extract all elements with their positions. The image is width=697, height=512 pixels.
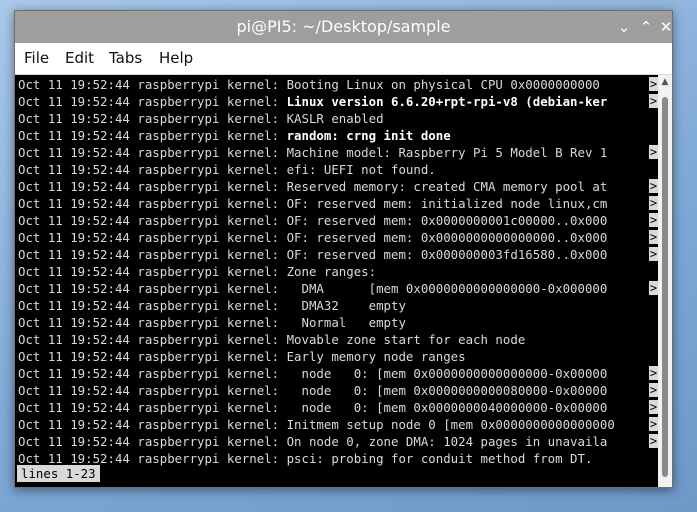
log-prefix: Oct 11 19:52:44 raspberrypi kernel: xyxy=(18,77,287,92)
log-line: Oct 11 19:52:44 raspberrypi kernel: KASL… xyxy=(18,110,384,127)
log-prefix: Oct 11 19:52:44 raspberrypi kernel: xyxy=(18,400,287,415)
log-prefix: Oct 11 19:52:44 raspberrypi kernel: xyxy=(18,128,287,143)
menu-tabs[interactable]: Tabs xyxy=(109,43,142,74)
log-message: OF: reserved mem: 0x0000000000000000..0x… xyxy=(286,230,608,245)
minimize-icon[interactable]: ⌄ xyxy=(613,16,635,38)
title-bar[interactable]: pi@PI5: ~/Desktop/sample ⌄ ⌃ ✕ xyxy=(15,11,672,43)
log-prefix: Oct 11 19:52:44 raspberrypi kernel: xyxy=(18,247,287,262)
log-line: Oct 11 19:52:44 raspberrypi kernel: efi:… xyxy=(18,161,436,178)
maximize-icon[interactable]: ⌃ xyxy=(635,16,657,38)
log-line: Oct 11 19:52:44 raspberrypi kernel: Boot… xyxy=(18,76,600,93)
log-prefix: Oct 11 19:52:44 raspberrypi kernel: xyxy=(18,383,287,398)
terminal-output[interactable]: Oct 11 19:52:44 raspberrypi kernel: Boot… xyxy=(15,75,658,487)
log-prefix: Oct 11 19:52:44 raspberrypi kernel: xyxy=(18,298,287,313)
log-prefix: Oct 11 19:52:44 raspberrypi kernel: xyxy=(18,281,287,296)
log-prefix: Oct 11 19:52:44 raspberrypi kernel: xyxy=(18,213,287,228)
truncation-marker: > xyxy=(649,196,658,210)
log-message: efi: UEFI not found. xyxy=(286,162,436,177)
log-line: Oct 11 19:52:44 raspberrypi kernel: Mach… xyxy=(18,144,607,161)
log-line: Oct 11 19:52:44 raspberrypi kernel: Norm… xyxy=(18,314,406,331)
log-line: Oct 11 19:52:44 raspberrypi kernel: OF: … xyxy=(18,246,607,263)
truncation-marker: > xyxy=(649,179,658,193)
log-prefix: Oct 11 19:52:44 raspberrypi kernel: xyxy=(18,264,287,279)
log-line: Oct 11 19:52:44 raspberrypi kernel: Zone… xyxy=(18,263,376,280)
log-message: node 0: [mem 0x0000000000080000-0x00000 xyxy=(286,383,608,398)
log-message: OF: reserved mem: 0x000000003fd16580..0x… xyxy=(286,247,608,262)
truncation-marker: > xyxy=(649,434,658,448)
window-title: pi@PI5: ~/Desktop/sample xyxy=(236,17,451,36)
log-message: KASLR enabled xyxy=(286,111,384,126)
log-message: OF: reserved mem: 0x0000000001c00000..0x… xyxy=(286,213,608,228)
log-prefix: Oct 11 19:52:44 raspberrypi kernel: xyxy=(18,315,287,330)
log-line: Oct 11 19:52:44 raspberrypi kernel: DMA3… xyxy=(18,297,406,314)
truncation-marker: > xyxy=(649,383,658,397)
log-message: Linux version 6.6.20+rpt-rpi-v8 (debian-… xyxy=(286,94,608,109)
log-prefix: Oct 11 19:52:44 raspberrypi kernel: xyxy=(18,94,287,109)
log-message: node 0: [mem 0x0000000040000000-0x00000 xyxy=(286,400,608,415)
terminal-window: pi@PI5: ~/Desktop/sample ⌄ ⌃ ✕ File Edit… xyxy=(14,10,673,488)
log-message: Zone ranges: xyxy=(286,264,377,279)
log-prefix: Oct 11 19:52:44 raspberrypi kernel: xyxy=(18,196,287,211)
menu-bar: File Edit Tabs Help xyxy=(15,43,672,75)
log-prefix: Oct 11 19:52:44 raspberrypi kernel: xyxy=(18,366,287,381)
log-line: Oct 11 19:52:44 raspberrypi kernel: Earl… xyxy=(18,348,466,365)
truncation-marker: > xyxy=(649,213,658,227)
log-line: Oct 11 19:52:44 raspberrypi kernel: node… xyxy=(18,382,607,399)
truncation-marker: > xyxy=(649,400,658,414)
log-prefix: Oct 11 19:52:44 raspberrypi kernel: xyxy=(18,145,287,160)
log-prefix: Oct 11 19:52:44 raspberrypi kernel: xyxy=(18,417,287,432)
menu-file[interactable]: File xyxy=(24,43,49,74)
log-line: Oct 11 19:52:44 raspberrypi kernel: psci… xyxy=(18,450,592,467)
pager-status: lines 1-23 xyxy=(17,465,100,482)
log-prefix: Oct 11 19:52:44 raspberrypi kernel: xyxy=(18,349,287,364)
truncation-marker: > xyxy=(649,281,658,295)
log-prefix: Oct 11 19:52:44 raspberrypi kernel: xyxy=(18,179,287,194)
truncation-marker: > xyxy=(649,417,658,431)
scrollbar[interactable]: ▲ xyxy=(658,75,672,487)
truncation-marker: > xyxy=(649,77,658,91)
log-message: node 0: [mem 0x0000000000000000-0x00000 xyxy=(286,366,608,381)
log-line: Oct 11 19:52:44 raspberrypi kernel: OF: … xyxy=(18,212,607,229)
log-line: Oct 11 19:52:44 raspberrypi kernel: OF: … xyxy=(18,229,607,246)
log-prefix: Oct 11 19:52:44 raspberrypi kernel: xyxy=(18,162,287,177)
log-line: Oct 11 19:52:44 raspberrypi kernel: Init… xyxy=(18,416,615,433)
menu-edit[interactable]: Edit xyxy=(65,43,94,74)
log-message: OF: reserved mem: initialized node linux… xyxy=(286,196,608,211)
log-line: Oct 11 19:52:44 raspberrypi kernel: OF: … xyxy=(18,195,607,212)
scroll-up-icon[interactable]: ▲ xyxy=(658,77,672,87)
log-prefix: Oct 11 19:52:44 raspberrypi kernel: xyxy=(18,332,287,347)
log-message: psci: probing for conduit method from DT… xyxy=(286,451,593,466)
log-line: Oct 11 19:52:44 raspberrypi kernel: node… xyxy=(18,365,607,382)
log-message: DMA [mem 0x0000000000000000-0x000000 xyxy=(286,281,608,296)
log-message: Reserved memory: created CMA memory pool… xyxy=(286,179,608,194)
truncation-marker: > xyxy=(649,247,658,261)
log-message: Early memory node ranges xyxy=(286,349,466,364)
truncation-marker: > xyxy=(649,230,658,244)
truncation-marker: > xyxy=(649,366,658,380)
log-prefix: Oct 11 19:52:44 raspberrypi kernel: xyxy=(18,111,287,126)
close-icon[interactable]: ✕ xyxy=(655,16,677,38)
log-message: Machine model: Raspberry Pi 5 Model B Re… xyxy=(286,145,608,160)
log-prefix: Oct 11 19:52:44 raspberrypi kernel: xyxy=(18,434,287,449)
log-line: Oct 11 19:52:44 raspberrypi kernel: Rese… xyxy=(18,178,607,195)
log-message: Initmem setup node 0 [mem 0x000000000000… xyxy=(286,417,615,432)
log-message: Booting Linux on physical CPU 0x00000000… xyxy=(286,77,600,92)
log-prefix: Oct 11 19:52:44 raspberrypi kernel: xyxy=(18,451,287,466)
scrollbar-thumb[interactable] xyxy=(662,97,668,477)
log-message: Movable zone start for each node xyxy=(286,332,526,347)
log-prefix: Oct 11 19:52:44 raspberrypi kernel: xyxy=(18,230,287,245)
log-message: DMA32 empty xyxy=(286,298,406,313)
log-line: Oct 11 19:52:44 raspberrypi kernel: DMA … xyxy=(18,280,607,297)
log-line: Oct 11 19:52:44 raspberrypi kernel: Linu… xyxy=(18,93,607,110)
log-message: Normal empty xyxy=(286,315,406,330)
log-line: Oct 11 19:52:44 raspberrypi kernel: node… xyxy=(18,399,607,416)
menu-help[interactable]: Help xyxy=(159,43,193,74)
log-line: Oct 11 19:52:44 raspberrypi kernel: On n… xyxy=(18,433,607,450)
log-message: random: crng init done xyxy=(286,128,451,143)
log-message: On node 0, zone DMA: 1024 pages in unava… xyxy=(286,434,608,449)
truncation-marker: > xyxy=(649,94,658,108)
log-line: Oct 11 19:52:44 raspberrypi kernel: rand… xyxy=(18,127,451,144)
truncation-marker: > xyxy=(649,145,658,159)
log-line: Oct 11 19:52:44 raspberrypi kernel: Mova… xyxy=(18,331,525,348)
